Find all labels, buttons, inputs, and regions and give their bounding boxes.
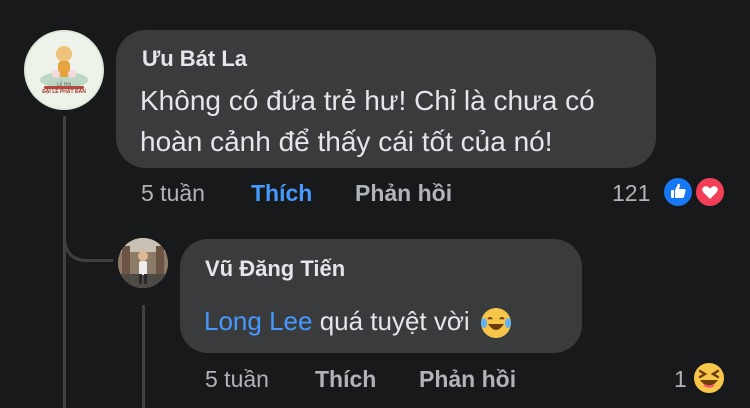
comment-reaction-count[interactable]: 121: [612, 180, 650, 207]
comment-avatar[interactable]: Lễ Hội ĐẠI LỄ PHẬT ĐẢN: [24, 30, 104, 110]
comment-like-button[interactable]: Thích: [251, 180, 312, 207]
thread-line-reply: [142, 305, 145, 408]
heart-glyph: [702, 186, 718, 199]
comment-text-line-1: Không có đứa trẻ hư! Chỉ là chưa có: [140, 85, 595, 116]
avatar-caption-bottom: ĐẠI LỄ PHẬT ĐẢN: [42, 89, 86, 95]
like-icon[interactable]: [662, 176, 694, 208]
avatar-illustration: [26, 32, 102, 108]
comment-text-line-2: hoàn cảnh để thấy cái tốt của nó!: [140, 126, 553, 157]
reply-author[interactable]: Vũ Đăng Tiến: [205, 256, 345, 282]
avatar-caption-top: Lễ Hội: [56, 82, 72, 88]
haha-icon[interactable]: [691, 360, 727, 396]
reply-mention-link[interactable]: Long Lee: [204, 306, 312, 336]
comment-timestamp[interactable]: 5 tuần: [141, 180, 205, 207]
comment-reply-button[interactable]: Phản hồi: [355, 180, 452, 207]
comment-author[interactable]: Ưu Bát La: [142, 46, 247, 72]
laughing-tears-emoji-icon: [479, 306, 513, 340]
reply-reply-button[interactable]: Phản hồi: [419, 366, 516, 393]
reply-text-body: quá tuyệt vời: [319, 306, 470, 336]
reply-avatar-photo: [118, 238, 168, 288]
thread-line-main: [63, 116, 66, 408]
thread-branch-curve: [63, 220, 113, 262]
love-icon[interactable]: [694, 176, 726, 208]
reply-avatar[interactable]: [118, 238, 168, 288]
reply-like-button[interactable]: Thích: [315, 366, 376, 393]
thumbs-up-glyph: [671, 183, 686, 198]
reply-text: Long Lee quá tuyệt vời: [204, 301, 513, 341]
reply-reaction-count[interactable]: 1: [674, 366, 687, 393]
reply-timestamp[interactable]: 5 tuần: [205, 366, 269, 393]
